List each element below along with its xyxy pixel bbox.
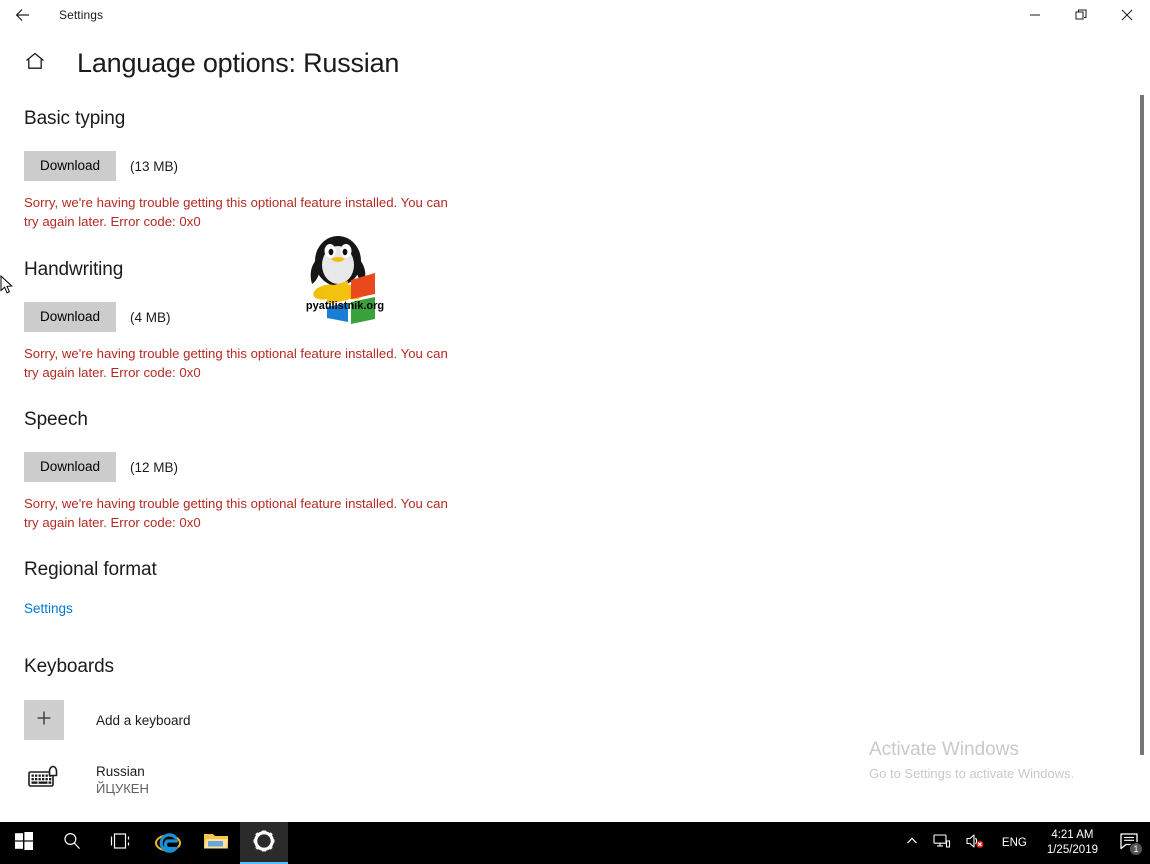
section-heading-speech: Speech (24, 409, 524, 431)
settings-content: Basic typing Download (13 MB) Sorry, we'… (24, 108, 524, 800)
folder-icon (203, 830, 229, 857)
pyatilistnik-watermark-logo: pyatilistnik.org (290, 234, 400, 326)
taskbar: ENG 4:21 AM 1/25/2019 1 (0, 822, 1150, 864)
page-header: Language options: Russian (0, 48, 399, 79)
error-message-basic-typing: Sorry, we're having trouble getting this… (24, 193, 456, 231)
download-button-speech[interactable]: Download (24, 452, 116, 482)
tray-language-indicator[interactable]: ENG (992, 822, 1037, 864)
error-message-handwriting: Sorry, we're having trouble getting this… (24, 344, 456, 382)
section-speech: Speech Download (12 MB) Sorry, we're hav… (24, 409, 524, 532)
tray-network-button[interactable] (926, 822, 958, 864)
tray-notifications-button[interactable]: 1 (1108, 822, 1150, 864)
restore-icon (1075, 9, 1087, 21)
section-heading-basic-typing: Basic typing (24, 108, 524, 130)
home-button[interactable] (12, 50, 58, 77)
section-handwriting: Handwriting Download (4 MB) Sorry, we're… (24, 259, 524, 382)
mouse-cursor (0, 275, 14, 295)
taskbar-item-settings[interactable] (240, 822, 288, 864)
home-icon (24, 50, 46, 77)
notification-count-badge: 1 (1129, 842, 1143, 856)
system-tray: ENG 4:21 AM 1/25/2019 1 (898, 822, 1150, 864)
taskbar-item-task-view[interactable] (96, 822, 144, 864)
tray-time: 4:21 AM (1047, 828, 1098, 843)
vertical-scrollbar[interactable] (1134, 90, 1150, 823)
back-button[interactable] (0, 0, 46, 30)
basic-typing-download-row: Download (13 MB) (24, 151, 524, 181)
title-bar: Settings (0, 0, 1150, 30)
network-icon (933, 833, 951, 854)
search-icon (62, 831, 82, 856)
keyboard-item-text: Russian ЙЦУКЕН (96, 763, 149, 797)
activate-windows-subtitle: Go to Settings to activate Windows. (869, 764, 1149, 784)
plus-icon (34, 708, 54, 733)
taskbar-item-internet-explorer[interactable] (144, 822, 192, 864)
caption-buttons (1012, 0, 1150, 30)
speaker-muted-icon (965, 833, 985, 854)
internet-explorer-icon (155, 828, 181, 859)
minimize-icon (1029, 9, 1041, 21)
tray-volume-button[interactable] (958, 822, 992, 864)
add-keyboard-label: Add a keyboard (96, 713, 191, 728)
error-message-speech: Sorry, we're having trouble getting this… (24, 494, 456, 532)
download-button-handwriting[interactable]: Download (24, 302, 116, 332)
windows-start-icon (14, 831, 34, 856)
section-basic-typing: Basic typing Download (13 MB) Sorry, we'… (24, 108, 524, 231)
restore-button[interactable] (1058, 0, 1104, 30)
download-button-basic-typing[interactable]: Download (24, 151, 116, 181)
section-heading-handwriting: Handwriting (24, 259, 524, 281)
page-title: Language options: Russian (77, 48, 399, 79)
section-heading-keyboards: Keyboards (24, 656, 524, 678)
section-regional-format: Regional format Settings (24, 559, 524, 618)
download-size-handwriting: (4 MB) (130, 310, 171, 325)
keyboard-list-item[interactable]: Russian ЙЦУКЕН (24, 760, 524, 800)
back-arrow-icon (14, 6, 32, 24)
section-heading-regional-format: Regional format (24, 559, 524, 581)
add-keyboard-row[interactable]: Add a keyboard (24, 700, 524, 740)
download-size-speech: (12 MB) (130, 460, 178, 475)
gear-icon (252, 829, 276, 858)
minimize-button[interactable] (1012, 0, 1058, 30)
section-keyboards: Keyboards Add a keyboard (24, 656, 524, 800)
taskbar-item-file-explorer[interactable] (192, 822, 240, 864)
regional-format-settings-link[interactable]: Settings (24, 601, 73, 616)
tray-show-hidden-icons-button[interactable] (898, 822, 926, 864)
watermark-text: pyatilistnik.org (306, 300, 384, 312)
chevron-up-icon (905, 834, 919, 853)
scrollbar-thumb[interactable] (1140, 95, 1144, 755)
download-size-basic-typing: (13 MB) (130, 159, 178, 174)
handwriting-download-row: Download (4 MB) (24, 302, 524, 332)
close-icon (1121, 9, 1133, 21)
keyboard-item-layout: ЙЦУКЕН (96, 780, 149, 797)
keyboard-icon-wrap (24, 760, 64, 800)
keyboard-item-name: Russian (96, 763, 149, 780)
close-button[interactable] (1104, 0, 1150, 30)
taskbar-item-search[interactable] (48, 822, 96, 864)
task-view-icon (109, 832, 131, 855)
activate-windows-watermark: Activate Windows Go to Settings to activ… (869, 738, 1149, 784)
speech-download-row: Download (12 MB) (24, 452, 524, 482)
taskbar-item-start[interactable] (0, 822, 48, 864)
tray-clock[interactable]: 4:21 AM 1/25/2019 (1037, 822, 1108, 864)
keyboard-icon (28, 765, 60, 796)
tray-date: 1/25/2019 (1047, 843, 1098, 858)
activate-windows-title: Activate Windows (869, 738, 1149, 762)
window-title: Settings (59, 8, 103, 22)
settings-window: Settings (0, 0, 1150, 864)
add-keyboard-tile[interactable] (24, 700, 64, 740)
